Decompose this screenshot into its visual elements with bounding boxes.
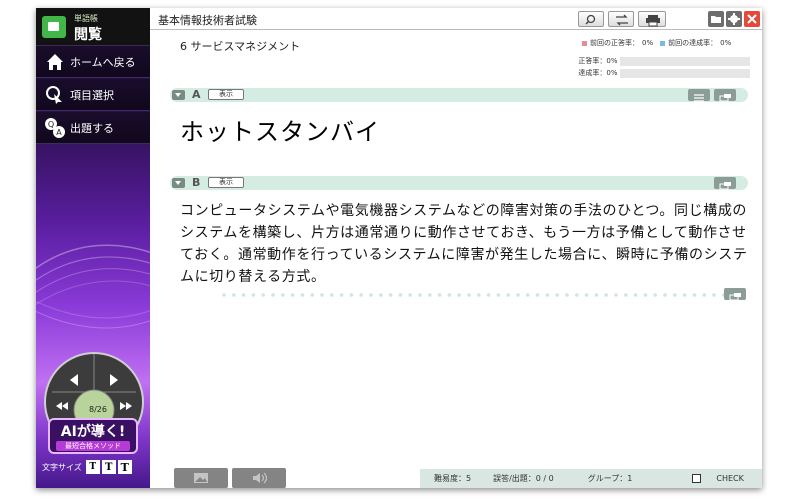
prev-achieve-label: 前回の達成率：	[668, 39, 718, 47]
book-logo-icon	[42, 16, 66, 38]
group-label: グループ：1	[587, 474, 633, 483]
print-button[interactable]	[638, 11, 666, 27]
section-a-list-button[interactable]	[688, 89, 710, 102]
logo-title: 閲覧	[74, 27, 102, 43]
description-popout-button[interactable]	[724, 288, 746, 301]
section-a-collapse-button[interactable]	[172, 90, 185, 100]
term-description: コンピュータシステムや電気機器システムなどの障害対策の手法のひとつ。同じ構成のシ…	[180, 203, 748, 285]
window-title: 基本情報技術者試験	[158, 14, 257, 27]
correct-rate-value: 0%	[606, 57, 618, 65]
check-toggle[interactable]: CHECK	[680, 474, 744, 483]
gear-icon	[728, 13, 740, 25]
svg-text:Q: Q	[48, 120, 54, 129]
sidebar: 単語帳 閲覧 ホームへ戻る 項目選択 QA 出題する 8/26 AIが導く! 最…	[36, 8, 150, 488]
popout-window-icon	[719, 94, 731, 102]
list-icon	[694, 94, 704, 102]
sidebar-item-select[interactable]: 項目選択	[36, 79, 150, 111]
footer-bar: 難易度：5 誤答/出題：0 / 0 グループ：1 CHECK	[150, 464, 762, 488]
section-a-popout-button[interactable]	[714, 89, 736, 102]
font-size-label: 文字サイズ	[42, 462, 82, 472]
search-icon	[585, 14, 596, 25]
home-icon	[44, 51, 66, 73]
achieve-rate-label: 達成率：	[578, 69, 607, 77]
sidebar-item-label: 出題する	[70, 121, 114, 135]
sidebar-item-quiz[interactable]: QA 出題する	[36, 112, 150, 144]
term-title: ホットスタンバイ	[180, 118, 380, 146]
correct-rate-bar	[620, 56, 750, 66]
quiz-icon: QA	[44, 117, 66, 139]
audio-button[interactable]	[232, 468, 286, 488]
title-bar: 基本情報技術者試験	[150, 8, 762, 30]
image-icon	[194, 473, 208, 483]
check-label: CHECK	[716, 474, 744, 483]
correct-rate-row: 正答率： 0%	[550, 56, 750, 66]
stats-legend: 前回の正答率： 0% 前回の達成率： 0%	[582, 38, 731, 48]
swap-arrows-icon	[616, 14, 628, 26]
font-size-selector: 文字サイズ T T T	[42, 458, 134, 476]
popout-window-icon	[729, 293, 741, 301]
section-b-header: B 表示	[170, 176, 748, 190]
category-label: 6 サービスマネジメント	[180, 40, 301, 53]
main-content: 基本情報技術者試験 6 サービスマネジメント 前回の正答率： 0% 前回の達成率…	[150, 8, 762, 488]
mistake-count-label: 誤答/出題：0 / 0	[493, 474, 554, 483]
section-b-collapse-button[interactable]	[172, 178, 185, 188]
section-b-popout-button[interactable]	[714, 177, 736, 190]
open-folder-button[interactable]	[708, 11, 724, 27]
image-button[interactable]	[174, 468, 228, 488]
achieve-rate-value: 0%	[606, 69, 618, 77]
close-button[interactable]	[744, 11, 760, 27]
settings-button[interactable]	[726, 11, 742, 27]
section-a-letter: A	[192, 88, 201, 101]
difficulty-label: 難易度：5	[434, 474, 472, 483]
section-a-header: A 表示	[170, 88, 748, 102]
sidebar-item-home[interactable]: ホームへ戻る	[36, 46, 150, 78]
font-size-small-button[interactable]: T	[85, 460, 100, 474]
dotted-separator	[222, 293, 726, 297]
app-window: 単語帳 閲覧 ホームへ戻る 項目選択 QA 出題する 8/26 AIが導く! 最…	[36, 8, 762, 488]
prev-achieve-value: 0%	[720, 39, 732, 47]
popout-window-icon	[719, 182, 731, 190]
sidebar-item-label: ホームへ戻る	[70, 55, 136, 69]
folder-icon	[711, 16, 721, 23]
speaker-icon	[253, 472, 268, 484]
correct-rate-label: 正答率：	[578, 57, 607, 65]
section-b-show-button[interactable]: 表示	[208, 177, 244, 188]
close-icon	[747, 14, 757, 24]
pointer-select-icon	[44, 84, 66, 106]
sidebar-item-label: 項目選択	[70, 88, 114, 102]
section-b-letter: B	[192, 176, 201, 189]
achieve-rate-bar	[620, 68, 750, 78]
achieve-rate-row: 達成率： 0%	[550, 68, 750, 78]
svg-text:A: A	[56, 128, 62, 137]
logo-subtitle: 単語帳	[74, 14, 98, 23]
printer-icon	[646, 15, 660, 27]
check-checkbox[interactable]	[692, 474, 702, 483]
prev-correct-value: 0%	[642, 39, 654, 47]
prev-correct-swatch	[582, 40, 587, 46]
swap-button[interactable]	[608, 11, 634, 27]
font-size-large-button[interactable]: T	[117, 460, 132, 474]
card-counter: 8/26	[89, 405, 107, 414]
prev-achieve-swatch	[660, 40, 666, 46]
ai-promo-subtitle: 最短合格メソッド	[56, 441, 130, 451]
search-button[interactable]	[578, 11, 604, 27]
section-a-show-button[interactable]: 表示	[208, 89, 244, 100]
card-info-bar: 難易度：5 誤答/出題：0 / 0 グループ：1 CHECK	[420, 469, 762, 488]
app-logo: 単語帳 閲覧	[36, 8, 150, 46]
prev-correct-label: 前回の正答率：	[590, 39, 639, 47]
ai-promo-badge[interactable]: AIが導く! 最短合格メソッド	[48, 418, 138, 454]
ai-promo-title: AIが導く!	[60, 424, 126, 440]
font-size-medium-button[interactable]: T	[101, 460, 116, 474]
